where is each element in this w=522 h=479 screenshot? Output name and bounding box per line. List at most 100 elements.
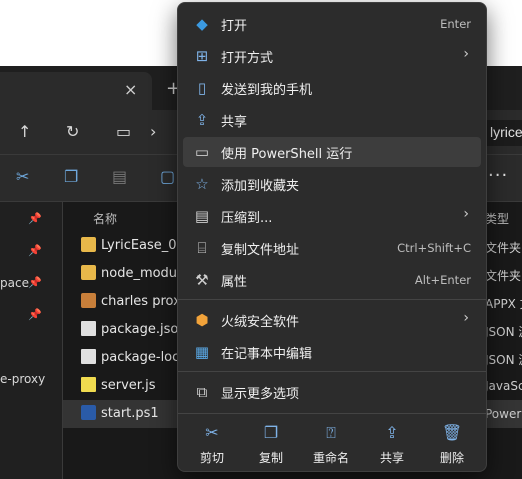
delete-button[interactable]: 🗑 删除 xyxy=(422,415,482,471)
copy-icon[interactable]: ❐ xyxy=(64,167,78,186)
menu-item-label: 火绒安全软件 xyxy=(221,315,300,330)
menu-divider xyxy=(178,299,486,300)
sidebar-item[interactable]: e-proxy xyxy=(0,372,45,386)
share-button[interactable]: ⇪ 共享 xyxy=(362,415,422,471)
notepad-icon: ▦ xyxy=(194,343,210,361)
column-header-type[interactable]: 类型 xyxy=(485,210,509,227)
rename-icon[interactable]: ▢ xyxy=(160,167,175,186)
menu-item-add-favorites[interactable]: ☆ 添加到收藏夹 xyxy=(183,169,481,199)
menu-item-label: 添加到收藏夹 xyxy=(221,179,300,194)
star-icon: ☆ xyxy=(195,175,209,193)
menu-item-label: 在记事本中编辑 xyxy=(221,347,313,362)
chevron-right-icon: › xyxy=(463,206,469,222)
javascript-file-icon xyxy=(81,377,96,392)
menu-item-label: 属性 xyxy=(221,275,248,290)
rename-label: 重命名 xyxy=(312,451,349,465)
tab-close-icon[interactable]: × xyxy=(124,80,137,99)
file-name: charles proxy xyxy=(101,294,189,309)
file-type: 文件夹 xyxy=(485,241,522,255)
menu-item-huorong[interactable]: ⬢ 火绒安全软件 › xyxy=(183,305,481,335)
file-name: server.js xyxy=(101,378,156,393)
menu-item-label: 压缩到... xyxy=(221,211,273,226)
share-icon: ⇪ xyxy=(195,111,209,129)
package-icon xyxy=(81,293,96,308)
navigation-pane: 📌 📌 pace 📌 📌 e-proxy xyxy=(0,202,63,479)
menu-item-shortcut: Ctrl+Shift+C xyxy=(397,241,471,255)
folder-icon xyxy=(81,265,96,280)
file-type: JSON 源 xyxy=(485,325,522,339)
copy-button[interactable]: ❐ 复制 xyxy=(241,415,301,471)
file-type: JavaSc xyxy=(485,379,522,393)
menu-item-show-more[interactable]: ⧉ 显示更多选项 xyxy=(183,377,481,407)
refresh-icon[interactable]: ↻ xyxy=(66,122,79,141)
monitor-icon[interactable]: ▭ xyxy=(116,122,131,141)
delete-label: 删除 xyxy=(439,451,464,465)
quick-action-bar: ✂ 剪切 ❐ 复制 ⍰ 重命名 ⇪ 共享 🗑 删除 xyxy=(178,415,486,471)
pin-icon: 📌 xyxy=(28,212,42,225)
folder-icon xyxy=(81,237,96,252)
delete-icon: 🗑 xyxy=(441,423,463,442)
wrench-icon: ⚒ xyxy=(195,271,209,289)
share-label: 共享 xyxy=(379,451,404,465)
chevron-right-icon[interactable]: › xyxy=(150,122,156,141)
document-icon xyxy=(81,349,96,364)
cut-button[interactable]: ✂ 剪切 xyxy=(182,415,242,471)
explorer-tab[interactable]: × xyxy=(0,72,152,110)
menu-item-label: 显示更多选项 xyxy=(221,387,300,402)
copy-label: 复制 xyxy=(258,451,283,465)
menu-item-label: 打开 xyxy=(221,19,248,34)
powershell-file-icon xyxy=(81,405,96,420)
menu-item-properties[interactable]: ⚒ 属性 Alt+Enter xyxy=(183,265,481,295)
menu-item-label: 共享 xyxy=(221,115,248,130)
pin-icon: 📌 xyxy=(28,276,42,289)
menu-item-share[interactable]: ⇪ 共享 xyxy=(183,105,481,135)
menu-item-open[interactable]: ◆ 打开 Enter xyxy=(183,9,481,39)
file-name: start.ps1 xyxy=(101,406,159,421)
sidebar-item[interactable]: pace xyxy=(0,276,29,290)
menu-item-label: 发送到我的手机 xyxy=(221,83,313,98)
file-type: APPX 文 xyxy=(485,297,522,311)
pin-icon: 📌 xyxy=(28,308,42,321)
file-name: package.json xyxy=(101,322,187,337)
context-menu: ◆ 打开 Enter ⊞ 打开方式 › ▯ 发送到我的手机 ⇪ 共享 ▭ 使用 … xyxy=(177,2,487,472)
menu-item-run-powershell[interactable]: ▭ 使用 PowerShell 运行 xyxy=(183,137,481,167)
copy-path-icon: ⌸ xyxy=(197,239,207,257)
document-icon xyxy=(81,321,96,336)
file-type: JSON 源 xyxy=(485,353,522,367)
menu-item-label: 使用 PowerShell 运行 xyxy=(221,147,353,162)
more-options-icon: ⧉ xyxy=(196,383,208,401)
menu-item-label: 打开方式 xyxy=(221,51,274,66)
rename-icon: ⍰ xyxy=(326,423,336,442)
phone-icon: ▯ xyxy=(197,79,207,97)
menu-item-shortcut: Enter xyxy=(440,17,471,31)
menu-item-compress[interactable]: ▤ 压缩到... › xyxy=(183,201,481,231)
menu-divider xyxy=(178,371,486,372)
file-type: 文件夹 xyxy=(485,269,522,283)
menu-divider xyxy=(178,413,486,414)
menu-item-send-to-phone[interactable]: ▯ 发送到我的手机 xyxy=(183,73,481,103)
zip-folder-icon: ▤ xyxy=(194,207,210,225)
powershell-icon: ▭ xyxy=(194,143,210,161)
menu-item-open-with[interactable]: ⊞ 打开方式 › xyxy=(183,41,481,71)
copy-icon: ❐ xyxy=(263,423,279,442)
address-bar[interactable]: lyrice xyxy=(484,120,522,146)
cut-icon[interactable]: ✂ xyxy=(16,167,29,186)
menu-item-label: 复制文件地址 xyxy=(221,243,300,258)
menu-item-edit-notepad[interactable]: ▦ 在记事本中编辑 xyxy=(183,337,481,367)
file-type: Power xyxy=(485,407,522,421)
more-icon[interactable]: ··· xyxy=(488,165,508,186)
pin-icon: 📌 xyxy=(28,244,42,257)
column-header-name[interactable]: 名称 xyxy=(93,210,117,227)
menu-item-copy-path[interactable]: ⌸ 复制文件地址 Ctrl+Shift+C xyxy=(183,233,481,263)
vscode-icon: ◆ xyxy=(196,15,208,33)
rename-button[interactable]: ⍰ 重命名 xyxy=(301,415,361,471)
share-icon: ⇪ xyxy=(385,423,399,442)
up-arrow-icon[interactable]: ↑ xyxy=(18,122,31,141)
chevron-right-icon: › xyxy=(463,46,469,62)
open-with-icon: ⊞ xyxy=(195,47,209,65)
paste-icon[interactable]: ▤ xyxy=(112,167,127,186)
cut-label: 剪切 xyxy=(199,451,224,465)
menu-item-shortcut: Alt+Enter xyxy=(414,273,471,287)
cut-icon: ✂ xyxy=(205,423,219,442)
chevron-right-icon: › xyxy=(463,310,469,326)
